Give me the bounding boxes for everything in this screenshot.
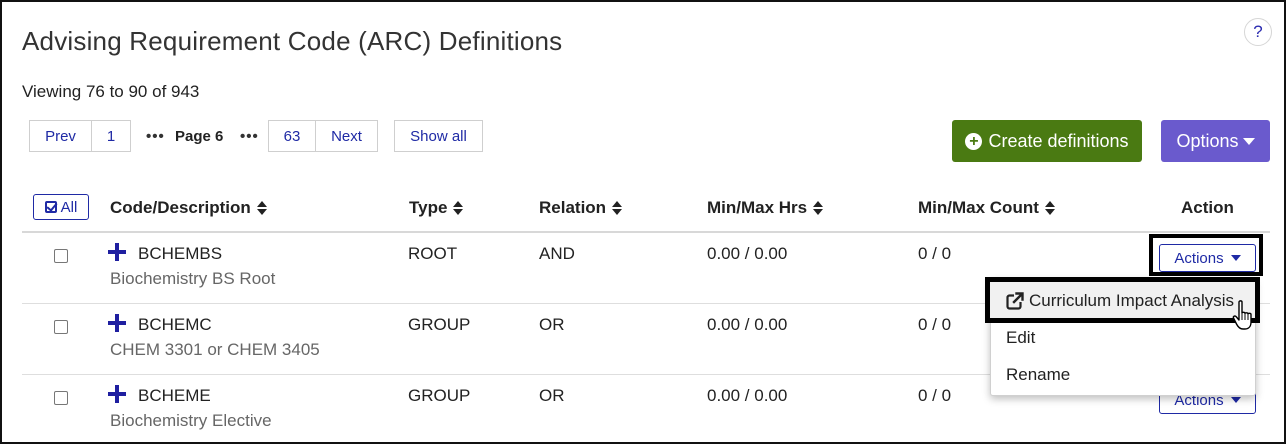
menu-item-label: Curriculum Impact Analysis: [1029, 291, 1235, 310]
current-page: Page 6: [175, 128, 224, 145]
sort-icon: [1044, 201, 1055, 215]
row-relation: OR: [539, 315, 565, 334]
column-header-label: Min/Max Hrs: [707, 198, 808, 217]
options-button[interactable]: Options: [1161, 120, 1270, 162]
select-all-button[interactable]: All: [33, 194, 89, 220]
caret-down-icon: [1230, 397, 1241, 403]
column-header-type[interactable]: Type: [409, 198, 464, 218]
plus-circle-icon: +: [965, 132, 983, 150]
create-definitions-label: Create definitions: [988, 130, 1129, 151]
row-code: BCHEMBS: [138, 244, 223, 263]
column-header-label: Type: [409, 198, 448, 217]
row-hrs: 0.00 / 0.00: [707, 244, 788, 263]
menu-item-edit[interactable]: Edit: [1006, 328, 1035, 348]
expand-plus-icon[interactable]: [108, 385, 126, 403]
column-header-hrs[interactable]: Min/Max Hrs: [707, 198, 824, 218]
row-relation: AND: [539, 244, 575, 263]
row-code: BCHEME: [138, 386, 211, 405]
next-button[interactable]: Next: [316, 120, 378, 152]
row-description: Biochemistry Elective: [110, 411, 272, 430]
header-divider: [22, 231, 1270, 233]
column-header-count[interactable]: Min/Max Count: [918, 198, 1055, 218]
row-type: GROUP: [408, 386, 471, 405]
row-type: ROOT: [408, 244, 458, 263]
select-all-label: All: [60, 198, 78, 216]
page-title: Advising Requirement Code (ARC) Definiti…: [22, 26, 563, 56]
column-header-code[interactable]: Code/Description: [110, 198, 267, 218]
checkbox-icon: [44, 201, 57, 213]
page-63-button[interactable]: 63: [268, 120, 316, 152]
row-count: 0 / 0: [918, 315, 952, 334]
row-relation: OR: [539, 386, 565, 405]
column-header-label: Relation: [539, 198, 607, 217]
actions-focus-highlight: [1149, 234, 1263, 276]
sort-icon: [813, 201, 824, 215]
menu-item-curriculum-impact-analysis[interactable]: Curriculum Impact Analysis: [985, 277, 1260, 323]
page-1-button[interactable]: 1: [92, 120, 131, 152]
row-type: GROUP: [408, 315, 471, 334]
show-all-button[interactable]: Show all: [394, 120, 483, 152]
hand-pointer-cursor-icon: [1232, 300, 1252, 330]
column-header-label: Min/Max Count: [918, 198, 1039, 217]
row-count: 0 / 0: [918, 386, 952, 405]
sort-icon: [612, 201, 623, 215]
expand-plus-icon[interactable]: [108, 243, 126, 261]
options-label: Options: [1176, 130, 1239, 151]
sort-icon: [256, 201, 267, 215]
pagination-ellipsis: •••: [240, 128, 259, 145]
row-description: Biochemistry BS Root: [110, 269, 276, 288]
row-checkbox[interactable]: [54, 249, 68, 263]
pagination-start: Prev 1: [29, 120, 131, 152]
expand-plus-icon[interactable]: [108, 314, 126, 332]
pagination-ellipsis: •••: [146, 128, 165, 145]
row-hrs: 0.00 / 0.00: [707, 315, 788, 334]
external-link-icon: [1006, 292, 1024, 310]
prev-button[interactable]: Prev: [29, 120, 92, 152]
column-header-label: Code/Description: [110, 198, 251, 217]
help-button[interactable]: ?: [1244, 18, 1272, 46]
column-header-label: Action: [1181, 198, 1234, 217]
column-header-relation[interactable]: Relation: [539, 198, 623, 218]
row-description: CHEM 3301 or CHEM 3405: [110, 340, 320, 359]
viewing-count: Viewing 76 to 90 of 943: [22, 82, 200, 101]
row-count: 0 / 0: [918, 244, 952, 263]
row-checkbox[interactable]: [54, 391, 68, 405]
row-hrs: 0.00 / 0.00: [707, 386, 788, 405]
menu-item-rename[interactable]: Rename: [1006, 365, 1070, 385]
sort-icon: [453, 201, 464, 215]
row-checkbox[interactable]: [54, 320, 68, 334]
pagination-end: 63 Next: [268, 120, 378, 152]
row-code: BCHEMC: [138, 315, 212, 334]
caret-down-icon: [1242, 137, 1255, 145]
create-definitions-button[interactable]: + Create definitions: [952, 120, 1142, 162]
column-header-action: Action: [1181, 198, 1234, 218]
show-all-group: Show all: [394, 120, 483, 152]
